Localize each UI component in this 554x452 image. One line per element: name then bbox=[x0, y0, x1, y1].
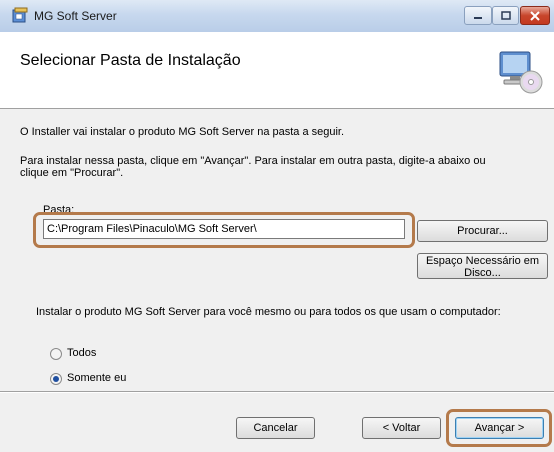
browse-button[interactable]: Procurar... bbox=[417, 220, 548, 242]
computer-cd-icon bbox=[496, 48, 544, 96]
installer-window: MG Soft Server Selecionar Pasta de Insta… bbox=[0, 0, 554, 452]
page-title: Selecionar Pasta de Instalação bbox=[20, 52, 241, 69]
disk-space-label-line1: Espaço Necessário em bbox=[425, 255, 540, 267]
radio-somente-eu[interactable] bbox=[50, 373, 62, 385]
title-bar[interactable]: MG Soft Server bbox=[0, 0, 554, 33]
maximize-button[interactable] bbox=[492, 6, 519, 25]
close-icon bbox=[530, 10, 540, 21]
install-for-text: Instalar o produto MG Soft Server para v… bbox=[36, 306, 501, 318]
disk-space-label-line2: Disco... bbox=[464, 267, 501, 279]
cancel-button[interactable]: Cancelar bbox=[236, 417, 315, 439]
instructions-text-line1: Para instalar nessa pasta, clique em "Av… bbox=[20, 155, 486, 167]
window-title: MG Soft Server bbox=[34, 9, 117, 23]
installer-app-icon bbox=[12, 7, 29, 24]
close-button[interactable] bbox=[520, 6, 550, 25]
radio-todos[interactable] bbox=[50, 348, 62, 360]
minimize-button[interactable] bbox=[464, 6, 492, 25]
disk-space-button[interactable]: Espaço Necessário em Disco... bbox=[417, 253, 548, 279]
radio-todos-label[interactable]: Todos bbox=[67, 347, 96, 359]
header-banner: Selecionar Pasta de Instalação bbox=[0, 32, 554, 109]
maximize-icon bbox=[500, 11, 511, 20]
intro-text: O Installer vai instalar o produto MG So… bbox=[20, 126, 345, 138]
minimize-icon bbox=[474, 16, 482, 19]
instructions-text-line2: clique em "Procurar". bbox=[20, 167, 124, 179]
back-button[interactable]: < Voltar bbox=[362, 417, 441, 439]
next-button[interactable]: Avançar > bbox=[455, 417, 544, 439]
radio-somente-eu-label[interactable]: Somente eu bbox=[67, 372, 126, 384]
folder-path-input[interactable] bbox=[43, 219, 405, 239]
